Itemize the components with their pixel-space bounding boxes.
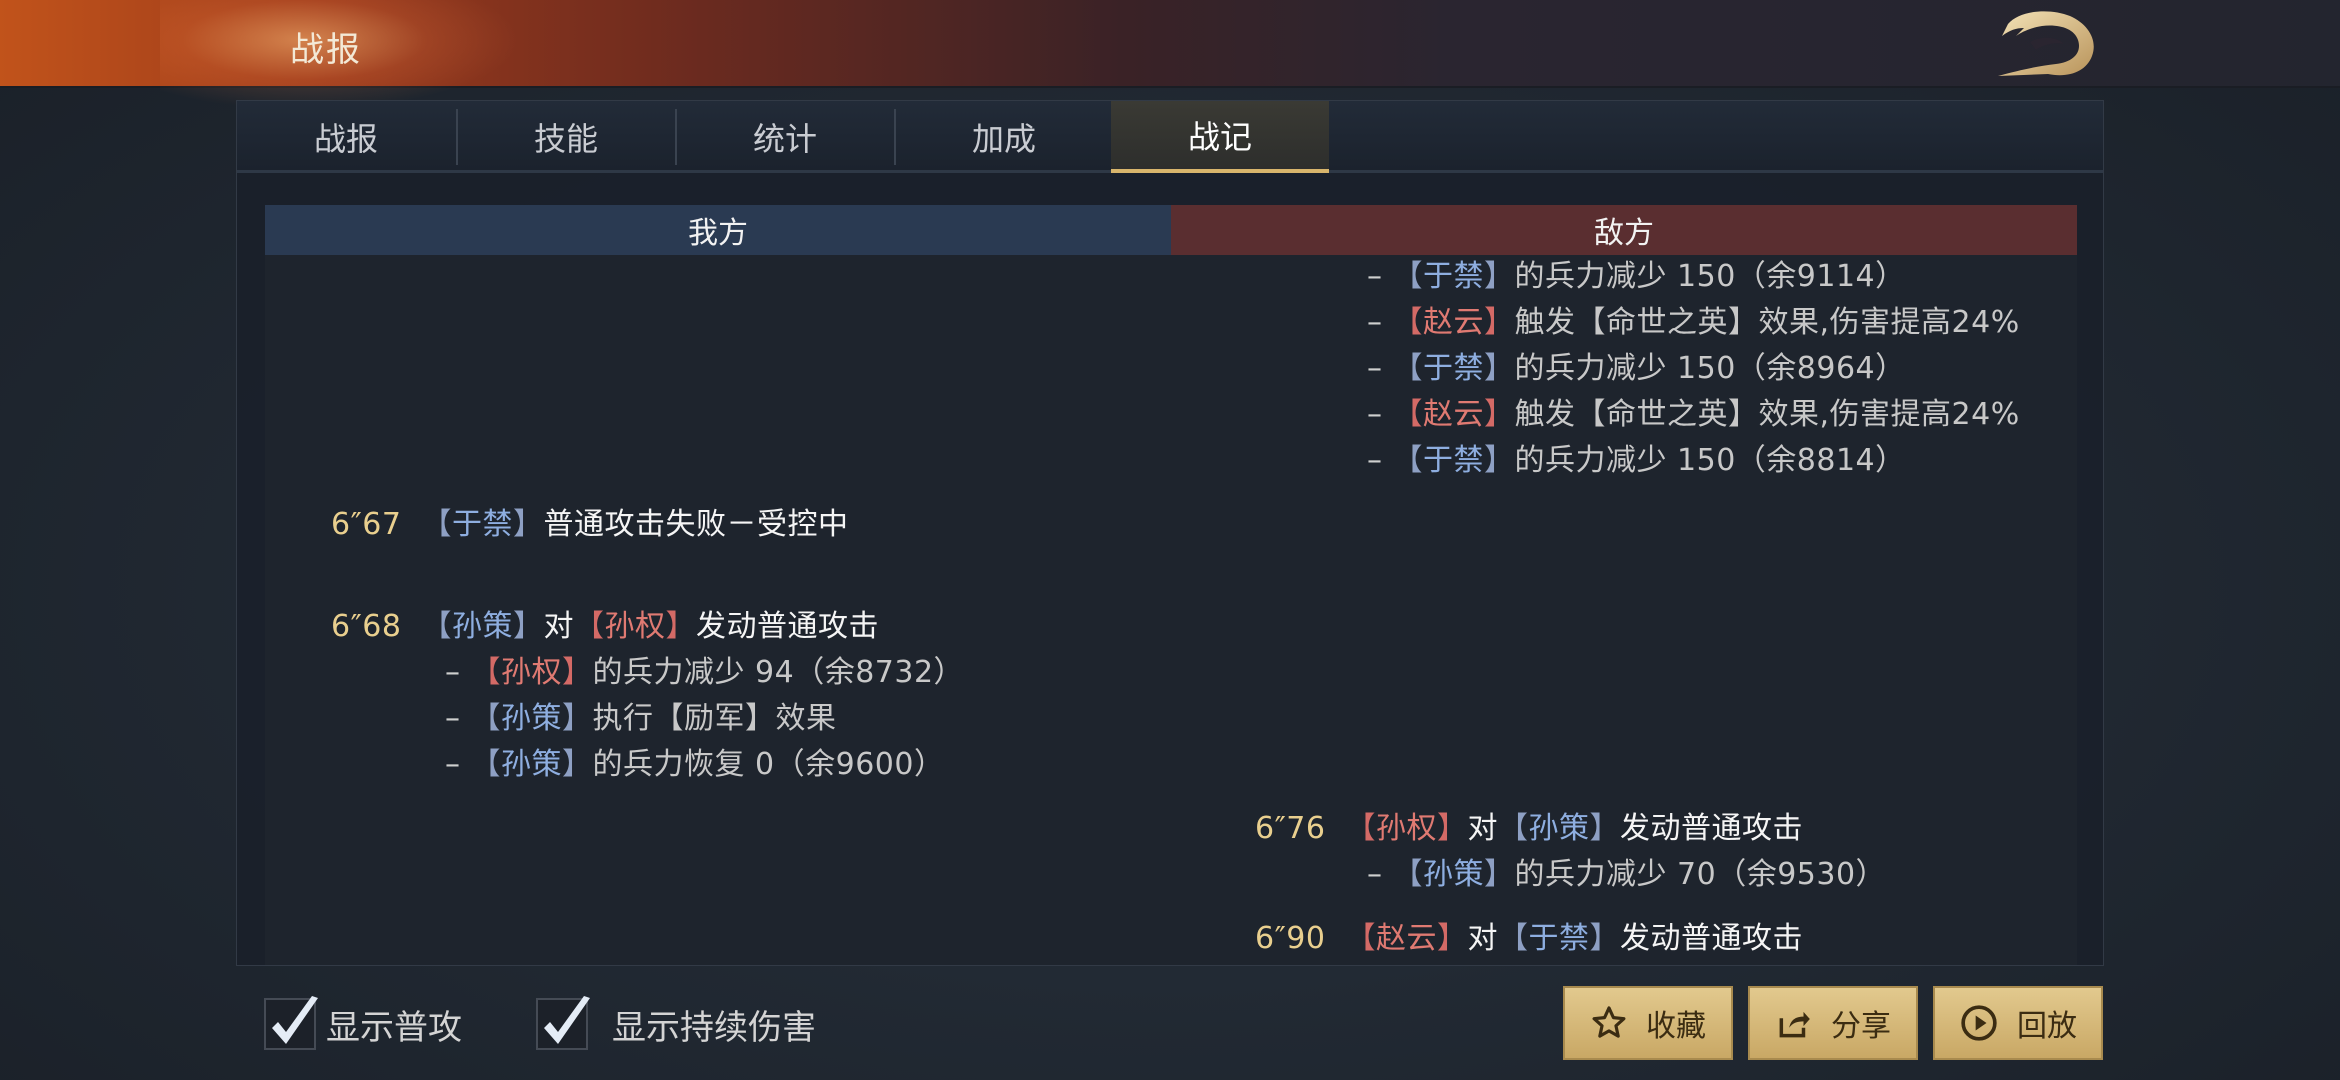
replay-label: 回放	[2017, 1009, 2077, 1044]
tab-battle-report[interactable]: 战报	[237, 101, 455, 173]
log-entry: 6″90 【赵云】对【于禁】发动普通攻击	[1255, 921, 1803, 956]
tab-battle-log[interactable]: 战记	[1111, 101, 1329, 173]
battle-log-area[interactable]: 我方 敌方 – 【于禁】的兵力减少 150（余9114） – 【赵云】触发【命世之英…	[265, 205, 2077, 965]
show-normal-attack-label: 显示普攻	[326, 1007, 462, 1048]
log-line: – 【孙策】的兵力减少 70（余9530）	[1367, 857, 1887, 892]
top-bar: 战报	[0, 0, 2340, 110]
checkbox-box[interactable]	[264, 996, 318, 1050]
page-title: 战报	[290, 30, 362, 70]
checkmark-icon	[272, 996, 318, 1044]
replay-button[interactable]: 回放	[1933, 986, 2103, 1060]
share-label: 分享	[1831, 1009, 1891, 1044]
battle-record-panel: 战报 技能 统计 加成 战记 我方 敌方 – 【于禁】的兵力减少 150（余911…	[236, 100, 2104, 966]
log-line: – 【于禁】的兵力减少 150（余8964）	[1367, 351, 1906, 386]
dragon-logo-icon	[1998, 11, 2094, 76]
share-button[interactable]: 分享	[1748, 986, 1918, 1060]
log-entry: 6″67 【于禁】普通攻击失败－受控中	[331, 507, 849, 542]
show-dot-label: 显示持续伤害	[612, 1007, 816, 1048]
log-line: – 【赵云】触发【命世之英】效果,伤害提高24%	[1367, 305, 2020, 340]
star-icon	[1590, 1004, 1628, 1042]
favorite-label: 收藏	[1646, 1009, 1706, 1044]
checkmark-icon	[544, 996, 590, 1044]
log-entry: 6″76 【孙权】对【孙策】发动普通攻击	[1255, 811, 1803, 846]
tab-skills[interactable]: 技能	[457, 101, 675, 173]
enemy-side-header: 敌方	[1171, 205, 2077, 255]
show-dot-checkbox[interactable]: 显示持续伤害	[536, 994, 816, 1054]
log-entry: 6″68 【孙策】对【孙权】发动普通攻击	[331, 609, 879, 644]
log-line: – 【孙策】的兵力恢复 0（余9600）	[445, 747, 945, 782]
tab-statistics[interactable]: 统计	[676, 101, 894, 173]
log-line: – 【孙策】执行【励军】效果	[445, 701, 837, 736]
tab-bonus[interactable]: 加成	[895, 101, 1113, 173]
checkbox-box[interactable]	[536, 996, 590, 1050]
log-line: – 【孙权】的兵力减少 94（余8732）	[445, 655, 965, 690]
log-line: – 【于禁】的兵力减少 150（余8814）	[1367, 443, 1906, 478]
show-normal-attack-checkbox[interactable]: 显示普攻	[264, 994, 462, 1054]
play-icon	[1959, 1003, 1999, 1043]
our-side-header: 我方	[265, 205, 1171, 255]
share-icon	[1775, 1004, 1813, 1042]
tab-bar: 战报 技能 统计 加成 战记	[237, 101, 2103, 173]
favorite-button[interactable]: 收藏	[1563, 986, 1733, 1060]
log-line: – 【赵云】触发【命世之英】效果,伤害提高24%	[1367, 397, 2020, 432]
log-line: – 【于禁】的兵力减少 150（余9114）	[1367, 259, 1906, 294]
